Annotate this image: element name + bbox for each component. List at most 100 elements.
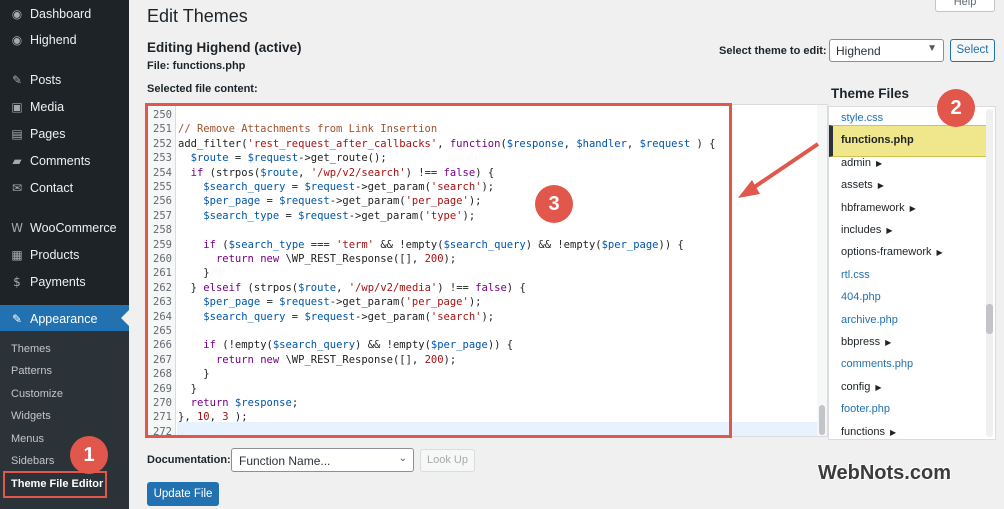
help-tab-button[interactable]: Help bbox=[935, 0, 995, 12]
annotation-badge-1: 1 bbox=[70, 436, 108, 474]
code-line: 266 if (!empty($search_query) && !empty(… bbox=[148, 338, 818, 352]
theme-file-item[interactable]: 404.php bbox=[841, 291, 881, 303]
theme-file-item[interactable]: archive.php bbox=[841, 314, 898, 326]
submenu-item-sidebars[interactable]: Sidebars bbox=[11, 455, 54, 467]
code-text: return new \WP_REST_Response([], 200); bbox=[215, 353, 457, 366]
theme-folder-item[interactable]: bbpress ▶ bbox=[841, 336, 891, 348]
line-number: 267 bbox=[153, 353, 172, 366]
line-number: 268 bbox=[153, 368, 172, 381]
sidebar-item-payments[interactable]: $ Payments bbox=[0, 268, 129, 295]
theme-file-item[interactable]: style.css bbox=[841, 112, 883, 124]
theme-folder-item[interactable]: admin ▶ bbox=[841, 157, 882, 169]
submenu-item-themes[interactable]: Themes bbox=[11, 343, 51, 355]
code-text: add_filter('rest_request_after_callbacks… bbox=[178, 137, 716, 150]
code-text: $search_query = $request->get_param('sea… bbox=[203, 181, 495, 193]
submenu-item-widgets[interactable]: Widgets bbox=[11, 410, 51, 422]
sidebar-item-woocommerce[interactable]: W WooCommerce bbox=[0, 214, 129, 241]
theme-file-label: includes bbox=[841, 224, 882, 236]
watermark: WebNots.com bbox=[818, 462, 951, 484]
code-line: 267 return new \WP_REST_Response([], 200… bbox=[148, 353, 818, 367]
code-editor[interactable]: 250 251 // Remove Attachments from Link In… bbox=[147, 104, 828, 437]
code-line: 251 // Remove Attachments from Link Inser… bbox=[148, 122, 818, 136]
theme-folder-item[interactable]: options-framework ▶ bbox=[841, 246, 943, 258]
sidebar-item-appearance[interactable]: ✎ Appearance bbox=[0, 305, 129, 332]
theme-select[interactable]: Highend ▼ bbox=[829, 39, 944, 62]
theme-files-scroll-thumb[interactable] bbox=[986, 304, 993, 334]
sidebar-item-contact[interactable]: ✉ Contact bbox=[0, 174, 129, 201]
code-text: $per_page = $request->get_param('per_pag… bbox=[203, 195, 482, 208]
look-up-button[interactable]: Look Up bbox=[420, 449, 475, 472]
theme-folder-item[interactable]: assets ▶ bbox=[841, 179, 884, 191]
sidebar-item-label: Pages bbox=[30, 126, 66, 141]
sidebar-item-label: Media bbox=[30, 99, 65, 114]
page-title: Edit Themes bbox=[147, 6, 248, 26]
code-line: 265 bbox=[148, 324, 818, 338]
sidebar-item-dashboard[interactable]: ◉ Dashboard bbox=[0, 0, 129, 27]
line-number: 260 bbox=[153, 253, 172, 265]
sidebar-item-label: Payments bbox=[30, 274, 86, 289]
code-line: 261 } bbox=[148, 266, 818, 280]
caret-right-icon: ▶ bbox=[875, 158, 883, 168]
select-theme-button[interactable]: Select bbox=[950, 39, 995, 62]
code-text: } elseif (strpos($route, '/wp/v2/media')… bbox=[178, 281, 526, 294]
theme-file-item[interactable]: footer.php bbox=[841, 403, 890, 415]
caret-right-icon: ▶ bbox=[875, 382, 882, 392]
caret-right-icon: ▶ bbox=[885, 338, 892, 347]
sidebar-item-posts[interactable]: ✎ Posts bbox=[0, 66, 129, 93]
theme-files-title: Theme Files bbox=[831, 86, 910, 101]
update-file-button[interactable]: Update File bbox=[147, 482, 219, 506]
sidebar-item-pages[interactable]: ▤ Pages bbox=[0, 120, 129, 147]
admin-sidebar: ◉ Dashboard ◉ Highend ✎ Posts ▣ Media ▤ Pages ▰ Com… bbox=[0, 0, 129, 509]
code-line: 250 bbox=[148, 108, 818, 122]
sidebar-item-label: Products bbox=[30, 247, 80, 262]
woocommerce-icon: W bbox=[11, 220, 23, 235]
line-number: 263 bbox=[153, 296, 172, 309]
theme-file-label: rtl.css bbox=[841, 268, 870, 281]
line-number: 270 bbox=[153, 397, 172, 409]
code-line: 268 } bbox=[148, 367, 818, 381]
theme-file-label: bbpress bbox=[841, 336, 881, 348]
line-number: 264 bbox=[153, 310, 172, 323]
theme-file-label: assets bbox=[841, 179, 873, 192]
theme-folder-item[interactable]: functions ▶ bbox=[841, 426, 896, 438]
editor-scrollbar[interactable] bbox=[817, 105, 827, 436]
code-line: 269 } bbox=[148, 382, 818, 396]
annotation-badge-2: 2 bbox=[937, 89, 975, 127]
code-text: return new \WP_REST_Response([], 200); bbox=[215, 253, 457, 265]
caret-right-icon: ▶ bbox=[890, 427, 897, 437]
editor-scroll-thumb[interactable] bbox=[819, 405, 825, 435]
submenu-item-menus[interactable]: Menus bbox=[11, 433, 44, 445]
submenu-item-patterns[interactable]: Patterns bbox=[11, 365, 52, 377]
sidebar-item-label: Contact bbox=[30, 180, 74, 195]
sidebar-item-comments[interactable]: ▰ Comments bbox=[0, 147, 129, 174]
documentation-label: Documentation: bbox=[147, 454, 231, 466]
theme-file-item[interactable]: comments.php bbox=[841, 358, 913, 370]
theme-files-scrollbar[interactable] bbox=[986, 109, 993, 437]
line-number: 258 bbox=[153, 224, 172, 237]
theme-folder-item[interactable]: includes ▶ bbox=[841, 224, 893, 236]
code-text: $search_type = $request->get_param('type… bbox=[203, 209, 476, 222]
sidebar-item-media[interactable]: ▣ Media bbox=[0, 93, 129, 120]
line-number: 265 bbox=[153, 325, 172, 337]
code-line: 254 if (strpos($route, '/wp/v2/search') … bbox=[148, 166, 818, 180]
documentation-select[interactable]: Function Name... ⌄ bbox=[231, 448, 414, 472]
sidebar-item-highend[interactable]: ◉ Highend bbox=[0, 26, 129, 53]
submenu-item-customize[interactable]: Customize bbox=[11, 388, 63, 400]
caret-right-icon: ▶ bbox=[936, 248, 943, 258]
sidebar-item-label: Comments bbox=[30, 153, 91, 168]
theme-file-current[interactable]: functions.php bbox=[829, 125, 989, 157]
theme-select-value: Highend bbox=[836, 44, 881, 58]
theme-folder-item[interactable]: config ▶ bbox=[841, 381, 882, 393]
theme-folder-item[interactable]: hbframework ▶ bbox=[841, 202, 916, 214]
theme-file-item[interactable]: rtl.css bbox=[841, 269, 870, 281]
code-line: 258 bbox=[148, 223, 818, 237]
sidebar-item-label: Highend bbox=[30, 32, 77, 47]
line-number: 253 bbox=[153, 152, 172, 165]
code-line: 257 $search_type = $request->get_param('… bbox=[148, 209, 818, 223]
code-line: 271}, 10, 3 ); bbox=[148, 410, 818, 424]
theme-file-label: style.css bbox=[841, 112, 884, 124]
sidebar-item-products[interactable]: ▦ Products bbox=[0, 241, 129, 268]
code-line: 253 $route = $request->get_route(); bbox=[148, 151, 818, 165]
